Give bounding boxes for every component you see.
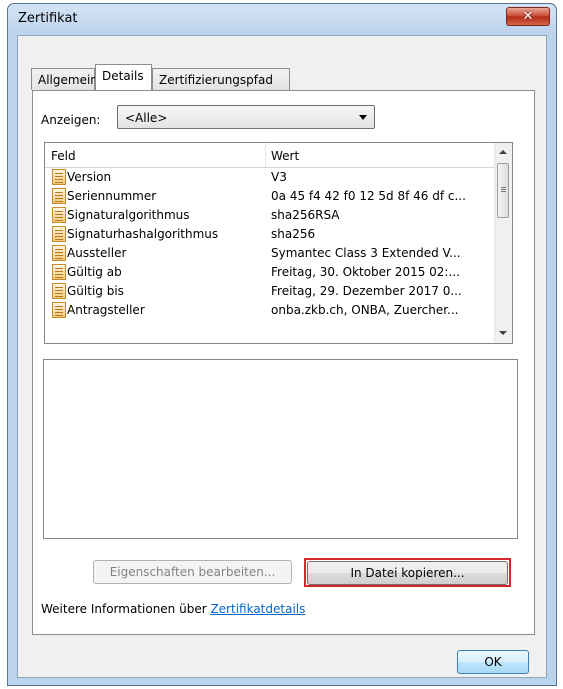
window-title: Zertifikat — [18, 11, 78, 26]
tab-certification-path[interactable]: Zertifizierungspfad — [152, 68, 290, 90]
chevron-down-icon — [359, 115, 367, 120]
field-name: Signaturalgorithmus — [67, 208, 190, 222]
show-dropdown[interactable]: <Alle> — [117, 105, 375, 129]
list-header: Feld Wert — [45, 143, 497, 168]
certificate-field-icon — [52, 264, 66, 280]
close-button[interactable]: ✕ — [506, 7, 550, 26]
certificate-field-icon — [52, 302, 66, 318]
field-value: onba.zkb.ch, ONBA, Zuercher... — [271, 303, 459, 317]
list-item[interactable]: Seriennummer 0a 45 f4 42 f0 12 5d 8f 46 … — [45, 187, 497, 206]
field-name: Version — [67, 170, 112, 184]
show-label: Anzeigen: — [41, 113, 101, 127]
field-name: Antragsteller — [67, 303, 145, 317]
details-panel: Anzeigen: <Alle> Feld Wert Version V3 Se… — [32, 90, 535, 635]
scroll-down-icon[interactable] — [499, 331, 507, 335]
close-icon: ✕ — [522, 9, 534, 24]
copy-to-file-button[interactable]: In Datei kopieren... — [307, 561, 508, 585]
field-value: sha256RSA — [271, 208, 340, 222]
field-name: Aussteller — [67, 246, 127, 260]
column-header-field[interactable]: Feld — [51, 149, 76, 163]
certificate-field-icon — [52, 207, 66, 223]
vertical-scrollbar[interactable] — [494, 143, 512, 343]
field-value: Freitag, 29. Dezember 2017 0... — [271, 284, 462, 298]
field-value: Freitag, 30. Oktober 2015 02:... — [271, 265, 460, 279]
more-info-text: Weitere Informationen über Zertifikatdet… — [41, 602, 305, 616]
ok-button[interactable]: OK — [457, 650, 529, 674]
list-rows: Version V3 Seriennummer 0a 45 f4 42 f0 1… — [45, 168, 497, 320]
tab-details[interactable]: Details — [95, 64, 152, 90]
scrollbar-thumb[interactable] — [497, 163, 509, 218]
certificate-field-icon — [52, 245, 66, 261]
list-item[interactable]: Gültig ab Freitag, 30. Oktober 2015 02:.… — [45, 263, 497, 282]
field-value: 0a 45 f4 42 f0 12 5d 8f 46 df c... — [271, 189, 466, 203]
field-detail-box[interactable] — [43, 359, 518, 539]
list-item[interactable]: Version V3 — [45, 168, 497, 187]
dialog-client-area: Allgemein Details Zertifizierungspfad An… — [17, 35, 547, 678]
column-header-value[interactable]: Wert — [271, 149, 299, 163]
certificate-field-icon — [52, 283, 66, 299]
field-value: Symantec Class 3 Extended V... — [271, 246, 461, 260]
certificate-field-icon — [52, 188, 66, 204]
list-item[interactable]: Aussteller Symantec Class 3 Extended V..… — [45, 244, 497, 263]
tab-general[interactable]: Allgemein — [31, 68, 98, 90]
tab-label: Allgemein — [38, 73, 98, 87]
field-name: Gültig ab — [67, 265, 122, 279]
field-name: Seriennummer — [67, 189, 157, 203]
list-item[interactable]: Gültig bis Freitag, 29. Dezember 2017 0.… — [45, 282, 497, 301]
tab-label: Zertifizierungspfad — [159, 73, 273, 87]
field-value: sha256 — [271, 227, 316, 241]
more-info-prefix: Weitere Informationen über — [41, 602, 211, 616]
scroll-up-icon[interactable] — [499, 150, 507, 154]
list-item[interactable]: Signaturalgorithmus sha256RSA — [45, 206, 497, 225]
edit-properties-button[interactable]: Eigenschaften bearbeiten... — [93, 560, 292, 584]
field-list[interactable]: Feld Wert Version V3 Seriennummer 0a 45 … — [44, 142, 513, 344]
certificate-field-icon — [52, 226, 66, 242]
column-divider[interactable] — [265, 143, 266, 167]
field-name: Gültig bis — [67, 284, 124, 298]
show-dropdown-value: <Alle> — [125, 111, 168, 125]
field-value: V3 — [271, 170, 287, 184]
certificate-field-icon — [52, 169, 66, 185]
list-item[interactable]: Antragsteller onba.zkb.ch, ONBA, Zuerche… — [45, 301, 497, 320]
certificate-details-link[interactable]: Zertifikatdetails — [210, 602, 305, 616]
title-bar[interactable]: Zertifikat ✕ — [8, 4, 556, 34]
certificate-dialog: Zertifikat ✕ Allgemein Details Zertifizi… — [7, 3, 557, 686]
tab-label: Details — [102, 69, 144, 83]
field-name: Signaturhashalgorithmus — [67, 227, 219, 241]
list-item[interactable]: Signaturhashalgorithmus sha256 — [45, 225, 497, 244]
